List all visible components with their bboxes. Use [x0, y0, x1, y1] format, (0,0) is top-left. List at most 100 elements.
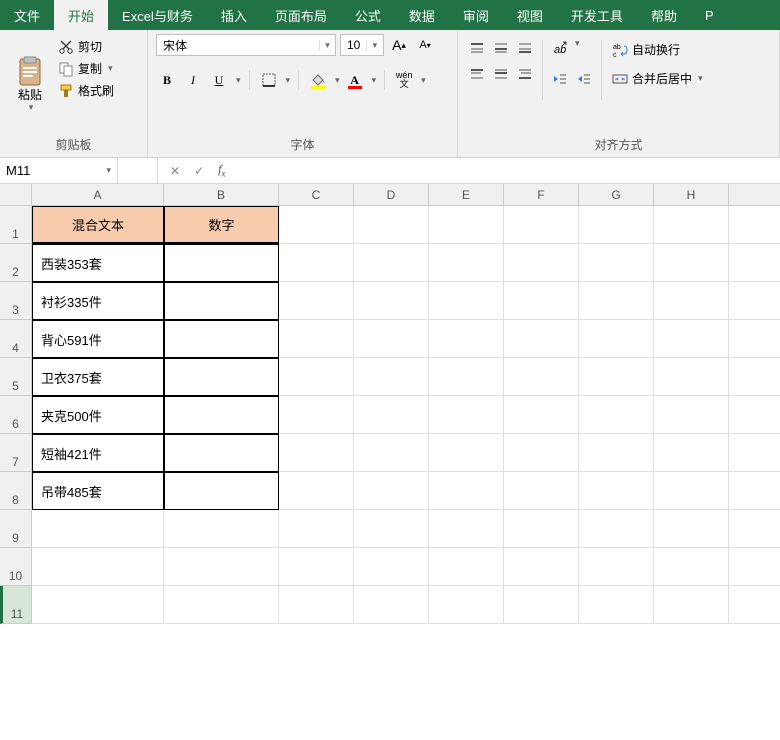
row-header-3[interactable]: 3 — [0, 282, 31, 320]
ribbon-tab-7[interactable]: 审阅 — [449, 0, 503, 30]
enter-formula-icon[interactable]: ✓ — [194, 164, 204, 178]
col-header-G[interactable]: G — [579, 184, 654, 205]
row-header-10[interactable]: 10 — [0, 548, 31, 586]
ribbon-tab-4[interactable]: 页面布局 — [261, 0, 341, 30]
bold-button[interactable]: B — [156, 69, 178, 91]
formula-input[interactable] — [237, 158, 780, 183]
ribbon-tab-5[interactable]: 公式 — [341, 0, 395, 30]
cell-B2[interactable] — [164, 244, 279, 282]
cell-A6[interactable]: 夹克500件 — [32, 396, 164, 434]
phonetic-button[interactable]: wén文 — [393, 69, 415, 91]
ribbon-tab-6[interactable]: 数据 — [395, 0, 449, 30]
cells-area[interactable]: 混合文本数字西装353套衬衫335件背心591件卫衣375套夹克500件短袖42… — [32, 206, 780, 624]
ribbon-tab-0[interactable]: 文件 — [0, 0, 54, 30]
chevron-down-icon: ▾ — [366, 40, 382, 51]
font-size-combo[interactable]: 10 ▾ — [340, 34, 384, 56]
group-clipboard: 粘贴 ▾ 剪切 复制 ▾ 格式刷 剪贴板 — [0, 30, 148, 157]
group-label-clipboard: 剪贴板 — [8, 134, 139, 155]
row-header-8[interactable]: 8 — [0, 472, 31, 510]
chevron-down-icon[interactable]: ▾ — [372, 75, 377, 86]
col-header-A[interactable]: A — [32, 184, 164, 205]
underline-button[interactable]: U — [208, 69, 230, 91]
merge-icon — [612, 71, 628, 87]
fill-color-button[interactable] — [307, 69, 329, 91]
col-header-H[interactable]: H — [654, 184, 729, 205]
cancel-formula-icon[interactable]: ✕ — [170, 164, 180, 178]
ribbon-tab-10[interactable]: 帮助 — [637, 0, 691, 30]
chevron-down-icon[interactable]: ▾ — [236, 75, 241, 86]
orientation-button[interactable]: ab — [549, 38, 571, 60]
align-left-button[interactable] — [466, 62, 488, 84]
chevron-down-icon[interactable]: ▾ — [421, 75, 426, 86]
row-header-2[interactable]: 2 — [0, 244, 31, 282]
decrease-font-button[interactable]: A▾ — [414, 34, 436, 56]
ribbon-tab-11[interactable]: P — [691, 0, 728, 30]
copy-button[interactable]: 复制 ▾ — [54, 59, 118, 78]
align-right-button[interactable] — [514, 62, 536, 84]
group-alignment: ab ▾ abc 自动换行 合并后居中 ▾ — [458, 30, 780, 157]
row-header-7[interactable]: 7 — [0, 434, 31, 472]
cell-B1[interactable]: 数字 — [164, 206, 279, 244]
ribbon-tab-2[interactable]: Excel与财务 — [108, 0, 207, 30]
chevron-down-icon[interactable]: ▾ — [286, 75, 291, 86]
merge-center-button[interactable]: 合并后居中 ▾ — [608, 69, 707, 88]
ribbon-tabs: 文件开始Excel与财务插入页面布局公式数据审阅视图开发工具帮助P — [0, 0, 780, 30]
row-header-1[interactable]: 1 — [0, 206, 31, 244]
ribbon-tab-1[interactable]: 开始 — [54, 0, 108, 30]
cell-A4[interactable]: 背心591件 — [32, 320, 164, 358]
ribbon-tab-8[interactable]: 视图 — [503, 0, 557, 30]
ribbon-tab-9[interactable]: 开发工具 — [557, 0, 637, 30]
chevron-down-icon[interactable]: ▾ — [335, 75, 340, 86]
cell-B7[interactable] — [164, 434, 279, 472]
align-middle-button[interactable] — [490, 38, 512, 60]
cell-A3[interactable]: 衬衫335件 — [32, 282, 164, 320]
font-name-combo[interactable]: 宋体 ▾ — [156, 34, 336, 56]
row-header-6[interactable]: 6 — [0, 396, 31, 434]
chevron-down-icon[interactable]: ▾ — [575, 38, 580, 60]
row-header-11[interactable]: 11 — [0, 586, 31, 624]
col-header-E[interactable]: E — [429, 184, 504, 205]
svg-text:c: c — [613, 52, 617, 58]
cell-A8[interactable]: 吊带485套 — [32, 472, 164, 510]
col-header-B[interactable]: B — [164, 184, 279, 205]
ribbon-tab-3[interactable]: 插入 — [207, 0, 261, 30]
fx-icon[interactable]: fx — [218, 162, 225, 178]
cell-B6[interactable] — [164, 396, 279, 434]
cell-B4[interactable] — [164, 320, 279, 358]
cell-B5[interactable] — [164, 358, 279, 396]
paste-button[interactable]: 粘贴 ▾ — [8, 34, 52, 134]
increase-indent-button[interactable] — [573, 68, 595, 90]
decrease-indent-button[interactable] — [549, 68, 571, 90]
align-center-button[interactable] — [490, 62, 512, 84]
wrap-text-button[interactable]: abc 自动换行 — [608, 40, 707, 59]
row-header-5[interactable]: 5 — [0, 358, 31, 396]
row-header-4[interactable]: 4 — [0, 320, 31, 358]
svg-text:ab: ab — [613, 44, 621, 51]
format-painter-button[interactable]: 格式刷 — [54, 81, 118, 100]
increase-font-button[interactable]: A▴ — [388, 34, 410, 56]
cell-B8[interactable] — [164, 472, 279, 510]
font-color-button[interactable]: A — [344, 69, 366, 91]
border-button[interactable] — [258, 69, 280, 91]
chevron-down-icon: ▾ — [106, 165, 111, 176]
col-header-C[interactable]: C — [279, 184, 354, 205]
col-header-F[interactable]: F — [504, 184, 579, 205]
name-box[interactable]: M11 ▾ — [0, 158, 118, 183]
column-headers: ABCDEFGH — [0, 184, 780, 206]
row-header-9[interactable]: 9 — [0, 510, 31, 548]
chevron-down-icon: ▾ — [108, 63, 113, 74]
cell-B3[interactable] — [164, 282, 279, 320]
cell-A5[interactable]: 卫衣375套 — [32, 358, 164, 396]
align-top-button[interactable] — [466, 38, 488, 60]
group-label-alignment: 对齐方式 — [466, 134, 771, 155]
col-header-D[interactable]: D — [354, 184, 429, 205]
align-bottom-button[interactable] — [514, 38, 536, 60]
cell-A2[interactable]: 西装353套 — [32, 244, 164, 282]
scissors-icon — [58, 39, 74, 55]
italic-button[interactable]: I — [182, 69, 204, 91]
select-all-corner[interactable] — [0, 184, 32, 205]
cell-A1[interactable]: 混合文本 — [32, 206, 164, 244]
cell-A7[interactable]: 短袖421件 — [32, 434, 164, 472]
clipboard-icon — [14, 55, 46, 87]
cut-button[interactable]: 剪切 — [54, 37, 118, 56]
